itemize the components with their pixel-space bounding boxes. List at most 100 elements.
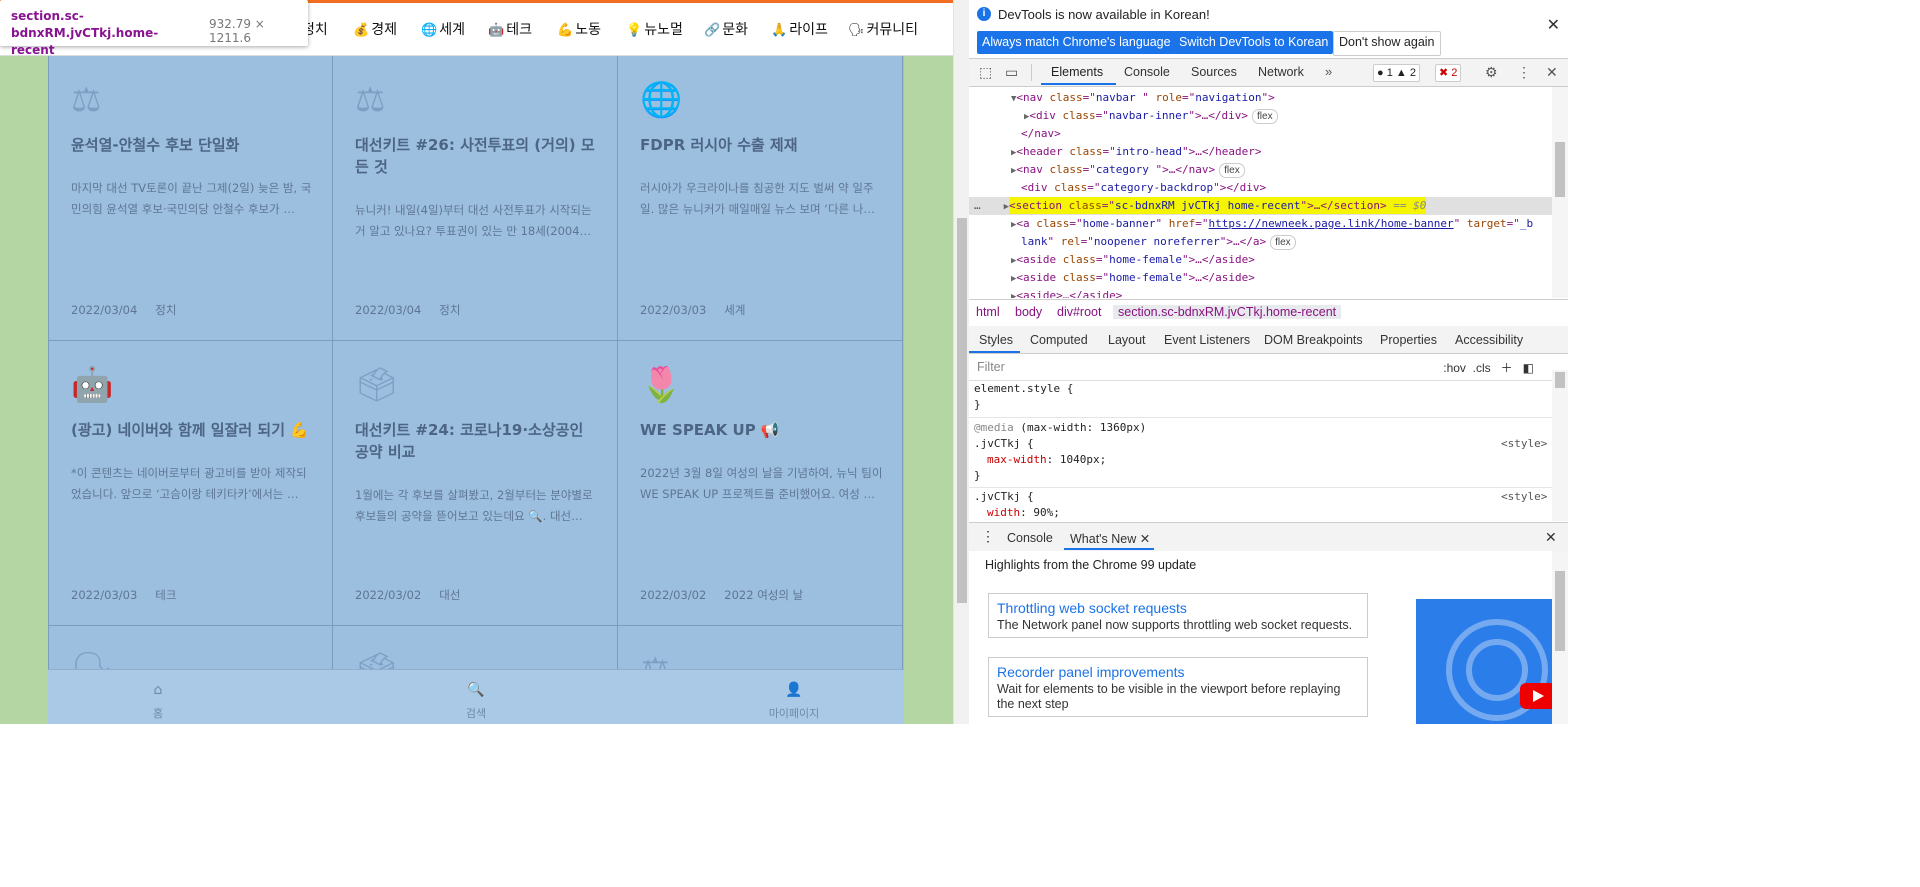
errors-badge[interactable]: ✖ 2 (1435, 64, 1462, 82)
dont-show-again-button[interactable]: Don't show again (1333, 31, 1441, 56)
tab-search[interactable]: 🔍 검색 (416, 682, 536, 721)
nav-item-label: 노동 (575, 22, 601, 38)
dom-node[interactable]: ▶<a class="home-banner" href="https://ne… (969, 215, 1552, 233)
hov-toggle[interactable]: :hov (1443, 361, 1466, 375)
styles-scrollbar[interactable] (1552, 370, 1568, 521)
tab-console[interactable]: Console (1124, 65, 1170, 79)
kebab-menu-icon[interactable]: ⋮ (1517, 64, 1531, 81)
whats-new-scrollbar[interactable] (1552, 551, 1568, 724)
video-thumbnail[interactable] (1416, 599, 1552, 724)
tab-elements[interactable]: Elements (1051, 65, 1103, 79)
ellipsis-icon[interactable]: … (974, 199, 981, 212)
dom-node[interactable]: ▶<aside>…</aside> (969, 287, 1552, 298)
dom-node[interactable]: ▶<header class="intro-head">…</header> (969, 143, 1552, 161)
scrollbar-thumb[interactable] (1555, 142, 1565, 197)
tab-properties[interactable]: Properties (1380, 333, 1437, 347)
tab-computed[interactable]: Computed (1030, 333, 1088, 347)
nav-item-labor[interactable]: 💪 노동 (557, 19, 601, 39)
more-tabs-icon[interactable]: » (1325, 64, 1332, 79)
breadcrumb-item[interactable]: body (1015, 305, 1042, 319)
dom-node-wrap[interactable]: lank" rel="noopener noreferrer">…</a> fle… (969, 233, 1552, 251)
nav-item-world[interactable]: 🌐 세계 (421, 19, 465, 39)
rule-selector[interactable]: .jvCTkj {<style> (974, 436, 1552, 452)
scrollbar-thumb[interactable] (1555, 571, 1565, 651)
tab-home[interactable]: ⌂ 홈 (98, 682, 218, 721)
nav-item-tech[interactable]: 🤖 테크 (488, 19, 532, 39)
styles-pane-tabs: Styles Computed Layout Event Listeners D… (969, 326, 1568, 354)
dom-node[interactable]: ▼<nav class="navbar " role="navigation"> (969, 89, 1552, 107)
cls-toggle[interactable]: .cls (1473, 361, 1491, 375)
nav-item-economy[interactable]: 💰 경제 (353, 19, 397, 39)
switch-korean-button[interactable]: Switch DevTools to Korean (1174, 31, 1334, 54)
scrollbar-thumb[interactable] (957, 218, 967, 603)
dom-node[interactable]: ▶<nav class="category ">…</nav> flex (969, 161, 1552, 179)
tab-styles[interactable]: Styles (979, 333, 1013, 347)
nav-item-life[interactable]: 🙏 라이프 (771, 19, 828, 39)
breadcrumb-item[interactable]: div#root (1057, 305, 1101, 319)
nav-item-culture[interactable]: 🔗 문화 (704, 19, 748, 39)
rule-source-link[interactable]: <style> (1501, 436, 1547, 452)
close-icon[interactable]: ✕ (1547, 15, 1560, 35)
tab-sources[interactable]: Sources (1191, 65, 1237, 79)
new-rule-icon[interactable]: ＋ (1501, 361, 1513, 375)
dom-node[interactable]: ▶<aside class="home-female">…</aside> (969, 251, 1552, 269)
issues-badge[interactable]: ● 1 ▲ 2 (1373, 64, 1420, 82)
dom-node[interactable]: </nav> (969, 125, 1552, 143)
toggle-sidebar-icon[interactable]: ◧ (1523, 361, 1534, 375)
href-link[interactable]: https://newneek.page.link/home-banner (1209, 217, 1454, 230)
page-scrollbar[interactable] (953, 0, 970, 724)
nav-item-new-normal[interactable]: 💡 뉴노멀 (626, 19, 683, 39)
article-card[interactable]: 🤖 (광고) 네이버와 함께 일잘러 되기 💪 *이 콘텐츠는 네이버로부터 광… (48, 341, 333, 626)
selected-dom-node[interactable]: … ▶<section class="sc-bdnxRM jvCTkj home-… (969, 197, 1552, 215)
article-title: 윤석열-안철수 후보 단일화 (71, 136, 240, 154)
dom-scrollbar[interactable] (1552, 87, 1568, 298)
article-card[interactable]: 🌷 WE SPEAK UP 📢 2022년 3월 8일 여성의 날을 기념하여,… (618, 341, 903, 626)
whats-new-desc: Wait for elements to be visible in the v… (997, 682, 1341, 711)
flex-badge[interactable]: flex (1219, 163, 1245, 178)
match-language-button[interactable]: Always match Chrome's language (977, 31, 1176, 54)
css-declaration[interactable]: width: 90%; (974, 505, 1060, 521)
whats-new-title[interactable]: Throttling web socket requests (997, 600, 1359, 616)
rule-selector[interactable]: element.style { (974, 381, 1073, 397)
dom-node[interactable]: ▶<div class="navbar-inner">…</div> flex (969, 107, 1552, 125)
article-card[interactable]: 🌐 FDPR 러시아 수출 제재 러시아가 우크라이나를 침공한 지도 벌써 약… (618, 56, 903, 341)
whats-new-title[interactable]: Recorder panel improvements (997, 664, 1359, 680)
drawer-menu-icon[interactable]: ⋮ (981, 528, 995, 545)
tab-dom-breakpoints[interactable]: DOM Breakpoints (1264, 333, 1363, 347)
css-declaration[interactable]: max-width: 1040px; (974, 452, 1106, 468)
whats-new-card[interactable]: Recorder panel improvements Wait for ele… (988, 657, 1368, 717)
article-card[interactable]: 🗳 대선키트 #24: 코로나19·소상공인 공약 비교 1월에는 각 후보를 … (333, 341, 618, 626)
tab-whats-new[interactable]: What's New ✕ (1070, 531, 1150, 546)
nav-item-label: 테크 (506, 22, 532, 38)
rule-selector[interactable]: .jvCTkj {<style> (974, 489, 1552, 505)
breadcrumb-item-active[interactable]: section.sc-bdnxRM.jvCTkj.home-recent (1113, 305, 1342, 319)
whats-new-card[interactable]: Throttling web socket requests The Netwo… (988, 593, 1368, 638)
dom-node[interactable]: <div class="category-backdrop"></div> (969, 179, 1552, 197)
nav-item-community[interactable]: 🗣 커뮤니티 (848, 19, 918, 39)
tab-event-listeners[interactable]: Event Listeners (1164, 333, 1250, 347)
tab-drawer-console[interactable]: Console (1007, 531, 1053, 545)
rule-source-link[interactable]: <style> (1501, 489, 1547, 505)
article-card[interactable]: ⚖ 대선키트 #26: 사전투표의 (거의) 모든 것 뉴니커! 내일(4일)부… (333, 56, 618, 341)
tab-network[interactable]: Network (1258, 65, 1304, 79)
play-icon[interactable] (1520, 683, 1552, 709)
dom-tree: ▼<nav class="navbar " role="navigation">… (969, 87, 1552, 298)
filter-input[interactable]: Filter (977, 360, 1005, 374)
breadcrumb-item[interactable]: html (976, 305, 1000, 319)
close-drawer-icon[interactable]: ✕ (1545, 529, 1557, 546)
close-devtools-icon[interactable]: ✕ (1546, 64, 1558, 81)
gear-icon[interactable]: ⚙ (1485, 64, 1498, 81)
tab-mypage[interactable]: 👤 마이페이지 (734, 682, 854, 721)
article-card[interactable]: ⚖ 윤석열-안철수 후보 단일화 마지막 대선 TV토론이 끝난 그제(2일) … (48, 56, 333, 341)
search-icon: 🔍 (467, 682, 485, 698)
dom-node[interactable]: ▶<aside class="home-female">…</aside> (969, 269, 1552, 287)
device-toolbar-icon[interactable]: ▭ (1005, 64, 1018, 81)
flex-badge[interactable]: flex (1270, 235, 1296, 250)
flex-badge[interactable]: flex (1252, 109, 1278, 124)
close-tab-icon[interactable]: ✕ (1140, 532, 1150, 546)
inspect-element-icon[interactable]: ⬚ (979, 64, 992, 81)
scrollbar-thumb[interactable] (1555, 372, 1565, 388)
article-meta: 2022/03/02 2022 여성의 날 (640, 587, 803, 603)
tab-accessibility[interactable]: Accessibility (1455, 333, 1523, 347)
tab-layout[interactable]: Layout (1108, 333, 1146, 347)
